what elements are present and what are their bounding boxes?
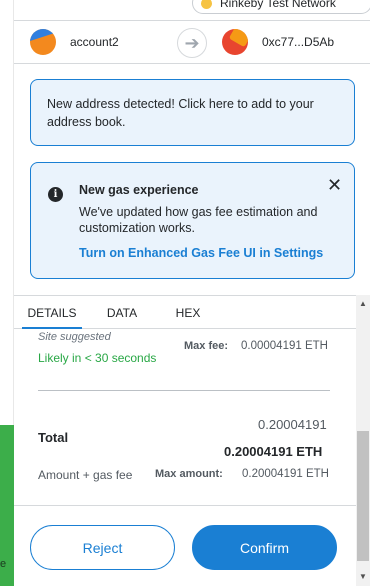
tab-details[interactable]: DETAILS bbox=[22, 296, 82, 329]
scroll-up-icon[interactable]: ▲ bbox=[359, 299, 367, 308]
tab-data[interactable]: DATA bbox=[100, 296, 144, 329]
account-row: account2 ➔ 0xc77...D5Ab bbox=[14, 20, 370, 64]
info-icon: i bbox=[48, 187, 63, 202]
to-account[interactable]: 0xc77...D5Ab bbox=[222, 29, 334, 55]
amount-plus-gas-label: Amount + gas fee bbox=[38, 468, 133, 482]
scroll-down-icon[interactable]: ▼ bbox=[359, 572, 367, 581]
from-account[interactable]: account2 bbox=[14, 29, 192, 55]
to-account-avatar bbox=[222, 29, 248, 55]
site-suggested-label: Site suggested bbox=[38, 331, 111, 343]
max-amount-value: 0.20004191 ETH bbox=[242, 468, 329, 480]
transaction-tabs: DETAILS DATA HEX bbox=[14, 295, 356, 329]
network-label: Rinkeby Test Network bbox=[220, 0, 336, 10]
max-amount-label: Max amount: bbox=[155, 468, 223, 480]
footer-actions: Reject Confirm bbox=[14, 505, 356, 586]
gas-notice-text: We've updated how gas fee estimation and… bbox=[79, 205, 318, 235]
network-status-dot bbox=[201, 0, 212, 9]
gas-experience-notice: i New gas experience We've updated how g… bbox=[30, 162, 355, 279]
network-selector[interactable]: Rinkeby Test Network bbox=[192, 0, 370, 14]
from-account-avatar bbox=[30, 29, 56, 55]
confirm-button[interactable]: Confirm bbox=[192, 525, 337, 570]
arrow-right-icon: ➔ bbox=[177, 28, 207, 58]
metamask-popup: Rinkeby Test Network account2 ➔ 0xc77...… bbox=[14, 0, 370, 586]
scrollbar-thumb[interactable] bbox=[357, 431, 369, 561]
new-address-notice[interactable]: New address detected! Click here to add … bbox=[30, 79, 355, 146]
max-fee-label: Max fee: bbox=[184, 340, 229, 352]
divider bbox=[38, 390, 330, 391]
browser-page-text: e bbox=[0, 558, 7, 570]
gas-notice-title: New gas experience bbox=[79, 183, 199, 197]
total-secondary-value: 0.20004191 bbox=[258, 417, 327, 432]
tab-hex[interactable]: HEX bbox=[168, 296, 208, 329]
total-label: Total bbox=[38, 430, 69, 445]
max-fee-value: 0.00004191 ETH bbox=[241, 340, 328, 352]
close-icon[interactable]: ✕ bbox=[327, 175, 342, 196]
reject-button[interactable]: Reject bbox=[30, 525, 175, 570]
time-estimate: Likely in < 30 seconds bbox=[38, 351, 157, 365]
enhanced-gas-settings-link[interactable]: Turn on Enhanced Gas Fee UI in Settings bbox=[79, 246, 323, 260]
total-value: 0.20004191 ETH bbox=[224, 444, 323, 459]
to-account-address: 0xc77...D5Ab bbox=[262, 35, 335, 49]
from-account-name: account2 bbox=[70, 35, 119, 49]
